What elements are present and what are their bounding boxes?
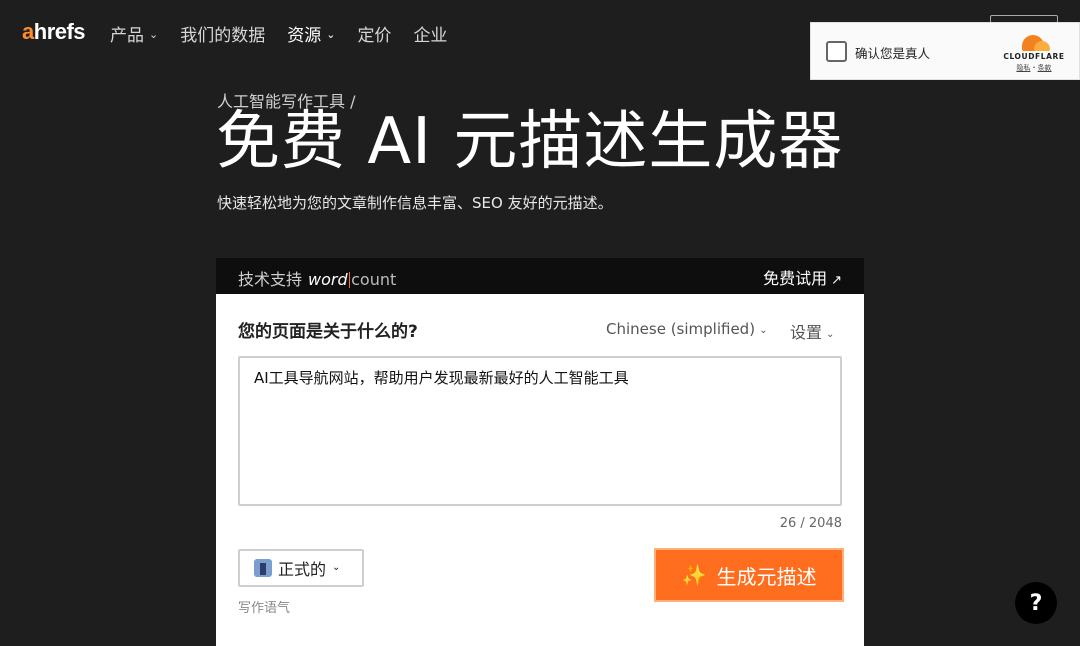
tone-select[interactable]: 正式的 ⌄ xyxy=(238,549,364,587)
cloudflare-challenge: 确认您是真人 CLOUDFLARE 隐私 · 条款 xyxy=(810,22,1080,80)
businessperson-icon xyxy=(254,559,272,577)
nav-menu: 产品 ⌄ 我们的数据 资源 ⌄ 定价 企业 xyxy=(110,21,469,46)
chevron-down-icon: ⌄ xyxy=(759,325,768,336)
cloud-icon xyxy=(1016,33,1052,51)
nav-item-enterprise[interactable]: 企业 xyxy=(413,21,447,46)
generate-button[interactable]: ✨ 生成元描述 xyxy=(654,548,844,602)
settings-dropdown[interactable]: 设置 ⌄ xyxy=(790,319,834,343)
ahrefs-logo[interactable]: ahrefs xyxy=(22,19,86,45)
powered-by-bar: 技术支持 word count 免费试用 ↗ xyxy=(216,258,864,294)
page-title: 免费 AI 元描述生成器 xyxy=(216,105,844,179)
help-button[interactable]: ? xyxy=(1015,582,1057,624)
cf-links: 隐私 · 条款 xyxy=(1016,64,1052,72)
sparkles-icon: ✨ xyxy=(681,563,707,587)
topic-textarea[interactable]: AI工具导航网站，帮助用户发现最新最好的人工智能工具 xyxy=(238,356,842,506)
topic-question: 您的页面是关于什么的? xyxy=(238,322,418,342)
cloudflare-logo: CLOUDFLARE 隐私 · 条款 xyxy=(999,33,1069,73)
checkbox-label: 确认您是真人 xyxy=(855,46,931,61)
chevron-down-icon: ⌄ xyxy=(332,561,341,573)
nav-item-pricing[interactable]: 定价 xyxy=(357,21,391,46)
powered-by-label: 技术支持 xyxy=(238,270,303,289)
chevron-down-icon: ⌄ xyxy=(149,28,159,41)
nav-item-our-data[interactable]: 我们的数据 xyxy=(180,21,265,46)
generator-card: 您的页面是关于什么的? Chinese (simplified) ⌄ 设置 ⌄ AI… xyxy=(216,294,864,646)
human-verify-checkbox[interactable] xyxy=(826,41,847,62)
nav-item-resources[interactable]: 资源 ⌄ xyxy=(287,21,335,46)
page-subtitle: 快速轻松地为您的文章制作信息丰富、SEO 友好的元描述。 xyxy=(217,194,613,212)
terms-link[interactable]: 条款 xyxy=(1038,64,1052,72)
chevron-down-icon: ⌄ xyxy=(326,28,336,41)
tone-caption: 写作语气 xyxy=(238,601,291,616)
privacy-link[interactable]: 隐私 xyxy=(1016,64,1030,72)
chevron-down-icon: ⌄ xyxy=(826,329,835,340)
free-trial-link[interactable]: 免费试用 ↗ xyxy=(763,265,842,289)
external-arrow-icon: ↗ xyxy=(831,273,842,288)
character-counter: 26 / 2048 xyxy=(779,516,842,531)
nav-item-products[interactable]: 产品 ⌄ xyxy=(110,21,158,46)
wordcount-logo[interactable]: word count xyxy=(308,270,396,289)
language-select[interactable]: Chinese (simplified) ⌄ xyxy=(606,320,767,338)
